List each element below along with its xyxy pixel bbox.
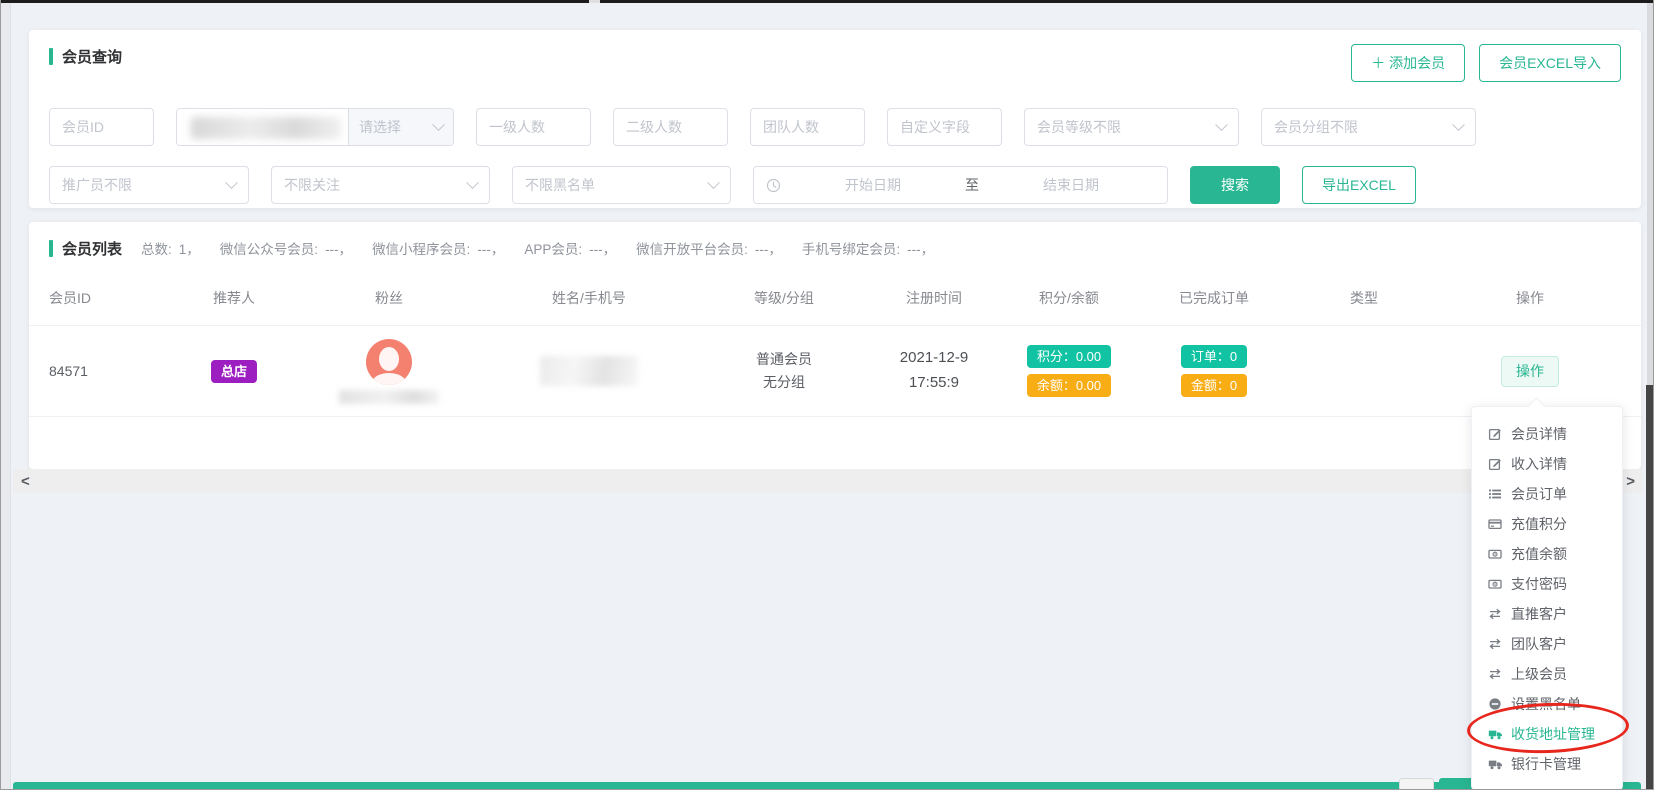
referrer-badge: 总店 bbox=[211, 360, 257, 383]
end-date-placeholder: 结束日期 bbox=[987, 175, 1155, 195]
blacklist-select[interactable]: 不限黑名单 bbox=[512, 166, 731, 204]
truck-icon bbox=[1487, 756, 1503, 772]
chevron-down-icon bbox=[466, 176, 479, 189]
table-row: 84571 总店 普通会员 无分组 2021-12-9 17:55:9 积分：0… bbox=[29, 326, 1641, 417]
query-panel-title: 会员查询 bbox=[62, 46, 122, 67]
swap-icon bbox=[1487, 636, 1503, 652]
menu-item-set-blacklist[interactable]: 设置黑名单 bbox=[1472, 689, 1622, 719]
keyword-input[interactable] bbox=[177, 109, 348, 145]
team-count-input[interactable] bbox=[750, 108, 865, 146]
member-query-panel: 会员查询 ＋ 添加会员 会员EXCEL导入 请选择 bbox=[29, 30, 1641, 208]
points-badge: 积分：0.00 bbox=[1027, 345, 1111, 368]
member-stats: 总数:1， 微信公众号会员:---， 微信小程序会员:---， APP会员:--… bbox=[141, 238, 934, 258]
level1-count-input[interactable] bbox=[476, 108, 591, 146]
menu-item-upline-member[interactable]: 上级会员 bbox=[1472, 659, 1622, 689]
custom-field-input[interactable] bbox=[887, 108, 1002, 146]
scrollbar-thumb[interactable] bbox=[1646, 385, 1653, 790]
window-top-border bbox=[1, 0, 1654, 3]
excel-import-button[interactable]: 会员EXCEL导入 bbox=[1479, 44, 1621, 82]
member-id-input[interactable] bbox=[49, 108, 154, 146]
edit-icon bbox=[1487, 426, 1503, 442]
menu-item-member-detail[interactable]: 会员详情 bbox=[1472, 419, 1622, 449]
clock-icon bbox=[766, 178, 781, 193]
row-action-button[interactable]: 操作 bbox=[1501, 356, 1559, 387]
keyword-combo: 请选择 bbox=[176, 108, 454, 146]
col-completed-orders: 已完成订单 bbox=[1139, 288, 1289, 308]
col-points-balance: 积分/余额 bbox=[999, 288, 1139, 308]
redacted-keyword-text bbox=[191, 117, 341, 139]
cell-member-id: 84571 bbox=[49, 363, 169, 379]
title-accent-bar bbox=[49, 240, 53, 257]
swap-icon bbox=[1487, 666, 1503, 682]
member-group-select[interactable]: 会员分组不限 bbox=[1261, 108, 1476, 146]
chevron-down-icon bbox=[432, 118, 445, 131]
orders-badge: 订单：0 bbox=[1181, 345, 1247, 368]
table-header-row: 会员ID 推荐人 粉丝 姓名/手机号 等级/分组 注册时间 积分/余额 已完成订… bbox=[29, 270, 1641, 326]
horizontal-scrollband: < > bbox=[13, 469, 1643, 493]
banknote-icon bbox=[1487, 576, 1503, 592]
edit-icon bbox=[1487, 456, 1503, 472]
cell-level: 普通会员 bbox=[756, 348, 812, 371]
amount-badge: 金额：0 bbox=[1181, 374, 1247, 397]
avatar[interactable] bbox=[366, 339, 412, 385]
menu-item-recharge-points[interactable]: 充值积分 bbox=[1472, 509, 1622, 539]
left-gutter bbox=[1, 0, 11, 789]
menu-item-member-orders[interactable]: 会员订单 bbox=[1472, 479, 1622, 509]
menu-item-bank-card-management[interactable]: 银行卡管理 bbox=[1472, 749, 1622, 779]
keyword-type-select[interactable]: 请选择 bbox=[348, 109, 453, 145]
menu-item-income-detail[interactable]: 收入详情 bbox=[1472, 449, 1622, 479]
menu-item-recharge-balance[interactable]: 充值余额 bbox=[1472, 539, 1622, 569]
list-icon bbox=[1487, 486, 1503, 502]
member-list-panel: 会员列表 总数:1， 微信公众号会员:---， 微信小程序会员:---， APP… bbox=[29, 222, 1641, 469]
redacted-name-phone bbox=[540, 356, 638, 386]
member-level-select[interactable]: 会员等级不限 bbox=[1024, 108, 1239, 146]
swap-icon bbox=[1487, 606, 1503, 622]
scroll-left-arrow[interactable]: < bbox=[21, 474, 30, 489]
chevron-down-icon bbox=[225, 176, 238, 189]
title-accent-bar bbox=[49, 48, 53, 65]
follow-select[interactable]: 不限关注 bbox=[271, 166, 490, 204]
scrollbar-track[interactable] bbox=[1647, 0, 1653, 385]
chevron-down-icon bbox=[1452, 118, 1465, 131]
col-fans: 粉丝 bbox=[299, 288, 479, 308]
search-button[interactable]: 搜索 bbox=[1190, 166, 1280, 204]
cell-register-date: 2021-12-9 bbox=[900, 346, 968, 371]
col-referrer: 推荐人 bbox=[169, 288, 299, 308]
scroll-right-arrow[interactable]: > bbox=[1626, 474, 1635, 489]
col-level-group: 等级/分组 bbox=[699, 288, 869, 308]
menu-item-shipping-address-management[interactable]: 收货地址管理 bbox=[1472, 719, 1622, 749]
col-actions: 操作 bbox=[1439, 288, 1621, 308]
menu-item-payment-password[interactable]: 支付密码 bbox=[1472, 569, 1622, 599]
balance-badge: 余额：0.00 bbox=[1027, 374, 1111, 397]
menu-item-team-customers[interactable]: 团队客户 bbox=[1472, 629, 1622, 659]
clipped-confirm-button[interactable] bbox=[1439, 778, 1474, 790]
banknote-icon bbox=[1487, 546, 1503, 562]
bottom-teal-bar bbox=[13, 782, 1641, 789]
cell-register-time: 17:55:9 bbox=[909, 371, 959, 396]
block-icon bbox=[1487, 696, 1503, 712]
chevron-down-icon bbox=[707, 176, 720, 189]
menu-item-direct-customers[interactable]: 直推客户 bbox=[1472, 599, 1622, 629]
truck-icon bbox=[1487, 726, 1503, 742]
app-window: 会员查询 ＋ 添加会员 会员EXCEL导入 请选择 bbox=[0, 0, 1654, 790]
clipped-cancel-button[interactable] bbox=[1399, 778, 1434, 790]
redacted-fan-name bbox=[339, 390, 439, 404]
col-register-time: 注册时间 bbox=[869, 288, 999, 308]
promoter-select[interactable]: 推广员不限 bbox=[49, 166, 249, 204]
col-member-id: 会员ID bbox=[49, 288, 169, 308]
action-dropdown-menu: 会员详情 收入详情 会员订单 充值积分 充值余额 支付密码 直推客户 团队客户 bbox=[1471, 406, 1623, 790]
date-separator: 至 bbox=[965, 175, 979, 195]
card-icon bbox=[1487, 516, 1503, 532]
col-name-phone: 姓名/手机号 bbox=[479, 288, 699, 308]
level2-count-input[interactable] bbox=[613, 108, 728, 146]
start-date-placeholder: 开始日期 bbox=[789, 175, 957, 195]
cell-group: 无分组 bbox=[763, 371, 805, 394]
export-excel-button[interactable]: 导出EXCEL bbox=[1302, 166, 1416, 204]
date-range-input[interactable]: 开始日期 至 结束日期 bbox=[753, 166, 1168, 204]
col-type: 类型 bbox=[1289, 288, 1439, 308]
list-panel-title: 会员列表 bbox=[62, 238, 122, 259]
add-member-button[interactable]: ＋ 添加会员 bbox=[1351, 44, 1465, 82]
chevron-down-icon bbox=[1215, 118, 1228, 131]
